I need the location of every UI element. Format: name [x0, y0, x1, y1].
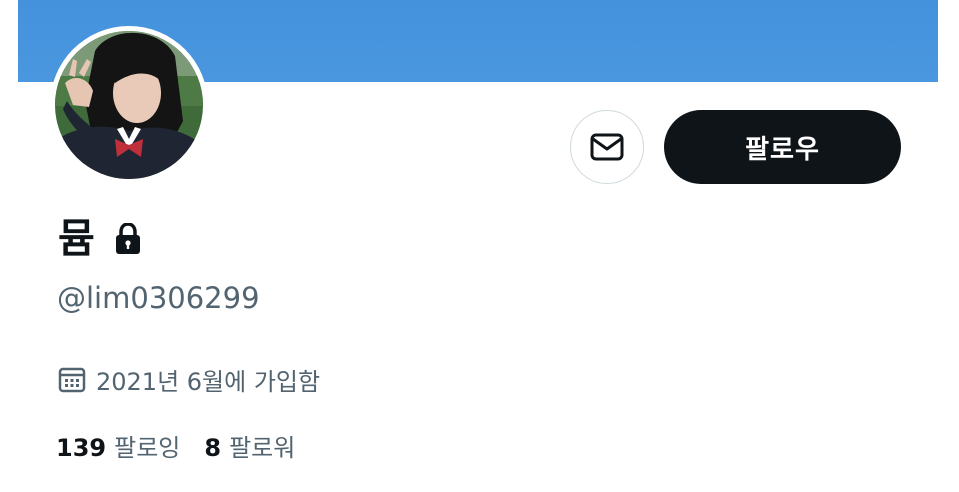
lock-icon [115, 223, 141, 255]
envelope-icon [590, 133, 624, 161]
followers-count: 8 [204, 433, 222, 462]
following-label: 팔로잉 [114, 433, 181, 462]
follow-stats: 139 팔로잉 8 팔로워 [56, 428, 319, 462]
avatar-photo [55, 31, 203, 179]
message-button[interactable] [570, 110, 644, 184]
display-name: 뮴 [58, 216, 95, 262]
following-count: 139 [56, 433, 107, 462]
joined-date: 2021년 6월에 가입함 [58, 362, 320, 396]
user-handle: @lim0306299 [57, 281, 260, 315]
name-row: 뮴 [58, 212, 141, 266]
following-link[interactable]: 139 팔로잉 [56, 428, 180, 463]
calendar-icon [58, 365, 86, 393]
avatar[interactable] [50, 26, 208, 184]
followers-label: 팔로워 [229, 433, 296, 462]
followers-link[interactable]: 8 팔로워 [204, 428, 295, 463]
follow-button[interactable]: 팔로우 [664, 110, 901, 184]
joined-text: 2021년 6월에 가입함 [96, 367, 321, 396]
